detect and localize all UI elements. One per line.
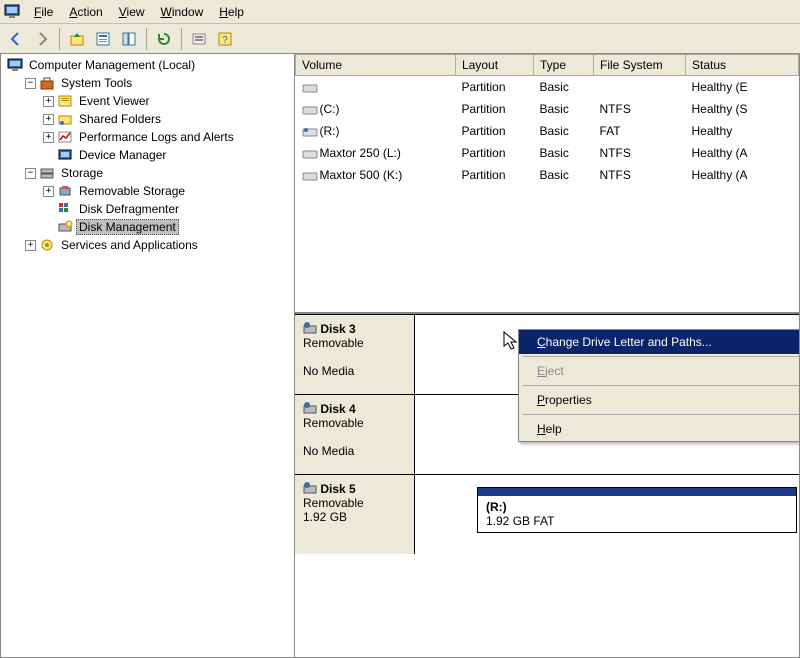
drive-icon	[302, 104, 318, 116]
expand-icon[interactable]: +	[43, 96, 54, 107]
disk-row[interactable]: Disk 3 Removable No Media Change Drive L…	[295, 314, 799, 394]
device-manager-icon	[57, 147, 73, 163]
col-type[interactable]: Type	[534, 55, 594, 76]
disk-row[interactable]: Disk 5 Removable 1.92 GB (R:) 1.92 GB FA…	[295, 474, 799, 554]
tree-performance[interactable]: Performance Logs and Alerts	[76, 129, 237, 145]
col-volume[interactable]: Volume	[296, 55, 456, 76]
shared-folders-icon	[57, 111, 73, 127]
collapse-icon[interactable]: −	[25, 168, 36, 179]
col-filesystem[interactable]: File System	[594, 55, 686, 76]
tree-system-tools[interactable]: System Tools	[58, 75, 135, 91]
defrag-icon	[57, 201, 73, 217]
partition-strip	[478, 488, 796, 496]
separator	[59, 28, 60, 50]
disk-title: Disk 5	[320, 482, 355, 496]
disk-title: Disk 3	[320, 322, 355, 336]
menu-action[interactable]: Action	[61, 2, 110, 22]
disk-sub: Removable	[303, 416, 364, 430]
menu-file[interactable]: File	[26, 2, 61, 22]
storage-icon	[39, 165, 55, 181]
volume-row[interactable]: Maxtor 250 (L:)PartitionBasicNTFSHealthy…	[296, 142, 799, 164]
col-status[interactable]: Status	[686, 55, 799, 76]
tree-root[interactable]: Computer Management (Local)	[26, 57, 198, 73]
svg-text:?: ?	[222, 35, 228, 46]
removable-storage-icon	[57, 183, 73, 199]
disk-mgmt-icon	[57, 219, 73, 235]
disk-icon	[303, 482, 317, 496]
performance-icon	[57, 129, 73, 145]
separator	[523, 414, 799, 415]
menu-properties[interactable]: Properties	[519, 388, 799, 412]
tools-icon	[39, 75, 55, 91]
disk-icon	[303, 402, 317, 416]
settings-button[interactable]	[187, 27, 211, 51]
menu-window[interactable]: Window	[153, 2, 212, 22]
collapse-icon[interactable]: −	[25, 78, 36, 89]
disk-sub: Removable	[303, 496, 364, 510]
volume-row[interactable]: (R:)PartitionBasicFATHealthy	[296, 120, 799, 142]
tree-event-viewer[interactable]: Event Viewer	[76, 93, 152, 109]
console-tree[interactable]: Computer Management (Local) − System Too…	[0, 54, 295, 658]
up-button[interactable]	[65, 27, 89, 51]
menu-bar: File Action View Window Help	[0, 0, 800, 24]
tree-disk-management[interactable]: Disk Management	[76, 219, 179, 235]
separator	[181, 28, 182, 50]
drive-icon	[302, 82, 318, 94]
tree-storage[interactable]: Storage	[58, 165, 106, 181]
removable-drive-icon	[302, 126, 318, 138]
drive-icon	[302, 148, 318, 160]
disk-graphical-view[interactable]: Disk 3 Removable No Media Change Drive L…	[295, 314, 799, 657]
details-pane: Volume Layout Type File System Status Pa…	[295, 54, 800, 658]
volume-list[interactable]: Volume Layout Type File System Status Pa…	[295, 54, 799, 314]
partition-label: (R:)	[486, 500, 507, 514]
menu-eject[interactable]: Eject	[519, 359, 799, 383]
event-viewer-icon	[57, 93, 73, 109]
col-layout[interactable]: Layout	[456, 55, 534, 76]
disk-title: Disk 4	[320, 402, 355, 416]
expand-icon[interactable]: +	[43, 132, 54, 143]
tree-services[interactable]: Services and Applications	[58, 237, 201, 253]
volume-row[interactable]: PartitionBasicHealthy (E	[296, 76, 799, 99]
tree-shared-folders[interactable]: Shared Folders	[76, 111, 164, 127]
separator	[146, 28, 147, 50]
disk-icon	[303, 322, 317, 336]
refresh-button[interactable]	[152, 27, 176, 51]
services-icon	[39, 237, 55, 253]
partition-box[interactable]: (R:) 1.92 GB FAT	[477, 487, 797, 533]
volume-row[interactable]: Maxtor 500 (K:)PartitionBasicNTFSHealthy…	[296, 164, 799, 186]
menu-view[interactable]: View	[111, 2, 153, 22]
disk-sub: Removable	[303, 336, 364, 350]
computer-icon	[7, 57, 23, 73]
expand-icon[interactable]: +	[43, 114, 54, 125]
properties-button[interactable]	[91, 27, 115, 51]
separator	[523, 356, 799, 357]
help-button[interactable]: ?	[213, 27, 237, 51]
main-area: Computer Management (Local) − System Too…	[0, 54, 800, 658]
menu-help[interactable]: Help	[519, 417, 799, 441]
tree-removable-storage[interactable]: Removable Storage	[76, 183, 188, 199]
volume-row[interactable]: (C:)PartitionBasicNTFSHealthy (S	[296, 98, 799, 120]
disk-size: 1.92 GB	[303, 510, 347, 524]
expand-icon[interactable]: +	[25, 240, 36, 251]
menu-help[interactable]: Help	[211, 2, 252, 22]
menu-change-drive-letter[interactable]: Change Drive Letter and Paths...	[519, 330, 799, 354]
tree-device-manager[interactable]: Device Manager	[76, 147, 169, 163]
partition-sub: 1.92 GB FAT	[486, 514, 554, 528]
drive-icon	[302, 170, 318, 182]
app-icon	[4, 3, 22, 21]
separator	[523, 385, 799, 386]
forward-button[interactable]	[30, 27, 54, 51]
context-menu: Change Drive Letter and Paths... Eject P…	[518, 329, 799, 442]
tree-defrag[interactable]: Disk Defragmenter	[76, 201, 182, 217]
back-button[interactable]	[4, 27, 28, 51]
toolbar: ?	[0, 24, 800, 54]
expand-icon[interactable]: +	[43, 186, 54, 197]
show-hide-tree-button[interactable]	[117, 27, 141, 51]
disk-status: No Media	[303, 364, 354, 378]
disk-status: No Media	[303, 444, 354, 458]
